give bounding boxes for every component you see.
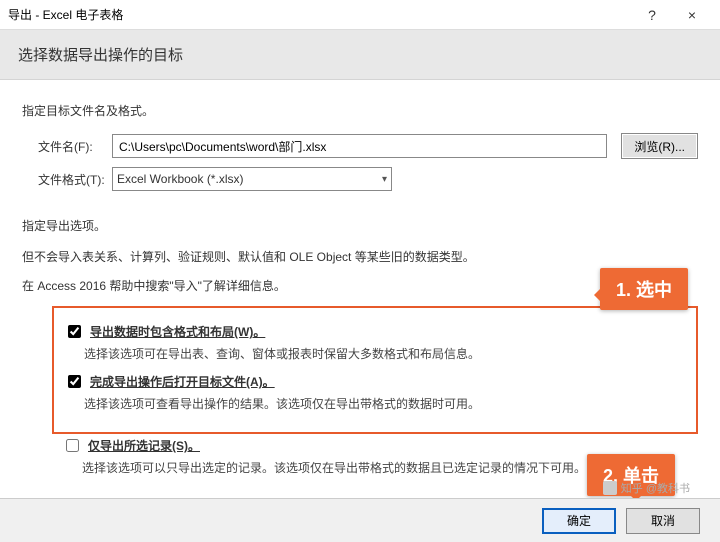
fileformat-value: Excel Workbook (*.xlsx): [117, 172, 243, 186]
chevron-down-icon: ▾: [382, 174, 387, 185]
cancel-button[interactable]: 取消: [626, 508, 700, 534]
browse-button[interactable]: 浏览(R)...: [621, 133, 698, 159]
option-format-layout-label: 导出数据时包含格式和布局(W)。: [90, 323, 265, 340]
fileformat-label: 文件格式(T):: [22, 171, 112, 188]
window-title: 导出 - Excel 电子表格: [8, 6, 632, 23]
dialog-footer: 确定 取消: [0, 498, 720, 542]
filename-label: 文件名(F):: [22, 138, 112, 155]
fileformat-select[interactable]: Excel Workbook (*.xlsx) ▾: [112, 167, 392, 191]
ok-button[interactable]: 确定: [542, 508, 616, 534]
option-open-after-desc: 选择该选项可查看导出操作的结果。该选项仅在导出带格式的数据时可用。: [84, 395, 686, 412]
section1-label: 指定目标文件名及格式。: [22, 102, 698, 119]
filename-row: 文件名(F): 浏览(R)...: [22, 133, 698, 159]
option-open-after: 完成导出操作后打开目标文件(A)。 选择该选项可查看导出操作的结果。该选项仅在导…: [64, 372, 686, 412]
option-open-after-checkbox[interactable]: [68, 375, 81, 388]
close-button[interactable]: ×: [672, 7, 712, 23]
option-format-layout-desc: 选择该选项可在导出表、查询、窗体或报表时保留大多数格式和布局信息。: [84, 345, 686, 362]
fileformat-row: 文件格式(T): Excel Workbook (*.xlsx) ▾: [22, 167, 698, 191]
help-button[interactable]: ?: [632, 7, 672, 23]
option-selected-only-checkbox[interactable]: [66, 439, 79, 452]
titlebar: 导出 - Excel 电子表格 ? ×: [0, 0, 720, 30]
highlighted-options: 导出数据时包含格式和布局(W)。 选择该选项可在导出表、查询、窗体或报表时保留大…: [52, 306, 698, 434]
option-selected-only-label: 仅导出所选记录(S)。: [88, 437, 200, 454]
option-format-layout-checkbox[interactable]: [68, 325, 81, 338]
dialog-subheader: 选择数据导出操作的目标: [0, 30, 720, 80]
annotation-callout-2: 2. 单击: [587, 454, 675, 496]
option-format-layout: 导出数据时包含格式和布局(W)。 选择该选项可在导出表、查询、窗体或报表时保留大…: [64, 322, 686, 362]
annotation-callout-1: 1. 选中: [600, 268, 688, 310]
section2-label: 指定导出选项。: [22, 217, 698, 234]
filename-input[interactable]: [112, 134, 607, 158]
option-open-after-label: 完成导出操作后打开目标文件(A)。: [90, 373, 275, 390]
info-para1: 但不会导入表关系、计算列、验证规则、默认值和 OLE Object 等某些旧的数…: [22, 248, 698, 267]
